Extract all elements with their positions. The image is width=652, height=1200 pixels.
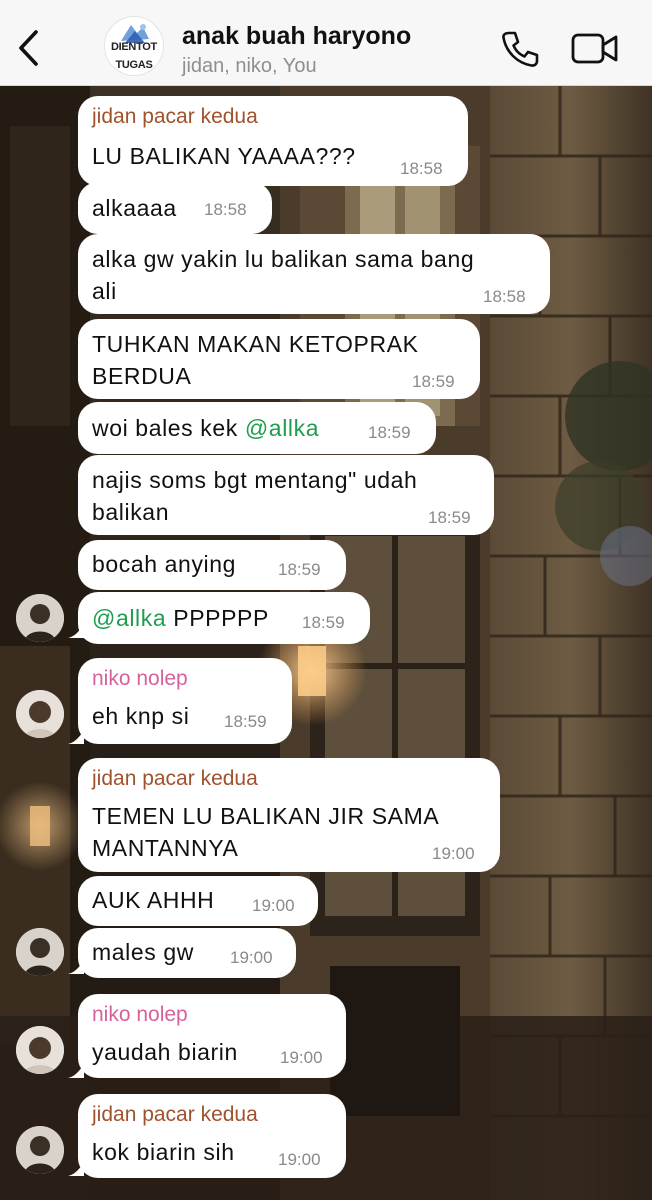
chat-title[interactable]: anak buah haryono [182,22,411,51]
message-text-part: woi bales kek [92,415,245,441]
message-bubble[interactable]: jidan pacar kedua kok biarin sih 19:00 [78,1094,346,1178]
message-bubble[interactable]: alka gw yakin lu balikan sama bang ali 1… [78,234,550,314]
message-bubble[interactable]: woi bales kek @allka 18:59 [78,402,436,454]
user-photo-icon [16,928,64,976]
message-text: alkaaaa [92,195,177,221]
message-time: 18:58 [400,159,443,178]
message-time: 18:58 [204,200,247,219]
message-text: males gw [92,939,194,965]
message-text: alka gw yakin lu balikan sama bang [92,246,475,272]
message-bubble[interactable]: alkaaaa 18:58 [78,182,272,234]
message-text: yaudah biarin [92,1039,238,1065]
avatar[interactable] [16,1126,64,1174]
phone-icon [502,31,539,67]
mention-link[interactable]: @allka [245,415,319,441]
sender-name: niko nolep [92,667,188,690]
back-button[interactable] [12,26,46,70]
message-text: woi bales kek @allka [92,412,319,444]
message-text: eh knp si [92,703,190,729]
user-photo-icon [16,594,64,642]
message-text: MANTANNYA [92,835,239,861]
message-time: 19:00 [280,1048,323,1067]
message-text: balikan [92,499,170,525]
group-logo-text-top: DIENTOT [111,41,157,53]
avatar[interactable] [16,1026,64,1074]
message-bubble[interactable]: niko nolep eh knp si 18:59 [78,658,292,744]
message-list[interactable]: jidan pacar kedua LU BALIKAN YAAAA??? 18… [0,86,652,1200]
message-time: 19:00 [230,948,273,967]
sender-name: niko nolep [92,1003,188,1026]
sender-name: jidan pacar kedua [92,1103,258,1126]
video-camera-icon [571,33,618,64]
chat-header: DIENTOT TUGAS anak buah haryono jidan, n… [0,0,652,86]
message-time: 19:00 [432,844,475,863]
message-text: LU BALIKAN YAAAA??? [92,143,356,169]
message-time: 19:00 [252,896,295,915]
message-time: 18:58 [483,287,526,306]
message-time: 18:59 [368,423,411,442]
voice-call-button[interactable] [498,28,540,70]
group-logo-text-bottom: TUGAS [115,59,153,71]
message-text: bocah anying [92,551,237,577]
message-bubble[interactable]: TUHKAN MAKAN KETOPRAK BERDUA 18:59 [78,319,480,399]
video-call-button[interactable] [570,30,620,68]
message-bubble[interactable]: niko nolep yaudah biarin 19:00 [78,994,346,1078]
chat-members[interactable]: jidan, niko, You [182,55,317,78]
message-text: kok biarin sih [92,1139,235,1165]
message-text: TEMEN LU BALIKAN JIR SAMA [92,803,440,829]
chevron-left-icon [19,30,38,66]
message-time: 18:59 [224,712,267,731]
sender-name: jidan pacar kedua [92,767,258,790]
message-bubble[interactable]: jidan pacar kedua LU BALIKAN YAAAA??? 18… [78,96,468,186]
message-text: BERDUA [92,363,192,389]
message-time: 18:59 [278,560,321,579]
message-text: @allka PPPPPP [92,602,269,634]
user-photo-icon [16,1026,64,1074]
message-time: 18:59 [428,508,471,527]
mention-link[interactable]: @allka [92,605,166,631]
message-bubble[interactable]: @allka PPPPPP 18:59 [78,592,370,644]
user-photo-icon [16,1126,64,1174]
message-text-part: PPPPPP [166,605,269,631]
user-photo-icon [16,690,64,738]
message-bubble[interactable]: jidan pacar kedua TEMEN LU BALIKAN JIR S… [78,758,500,872]
avatar[interactable] [16,690,64,738]
avatar[interactable] [16,594,64,642]
message-bubble[interactable]: najis soms bgt mentang" udah balikan 18:… [78,455,494,535]
message-bubble[interactable]: males gw 19:00 [78,928,296,978]
message-time: 18:59 [302,613,345,632]
avatar[interactable] [16,928,64,976]
sender-name: jidan pacar kedua [92,105,258,128]
message-bubble[interactable]: AUK AHHH 19:00 [78,876,318,926]
message-text: TUHKAN MAKAN KETOPRAK [92,331,419,357]
message-text: AUK AHHH [92,887,215,913]
message-bubble[interactable]: bocah anying 18:59 [78,540,346,590]
message-text: ali [92,278,117,304]
group-avatar[interactable]: DIENTOT TUGAS [104,16,164,76]
message-text: najis soms bgt mentang" udah [92,467,418,493]
message-time: 19:00 [278,1150,321,1169]
message-time: 18:59 [412,372,455,391]
